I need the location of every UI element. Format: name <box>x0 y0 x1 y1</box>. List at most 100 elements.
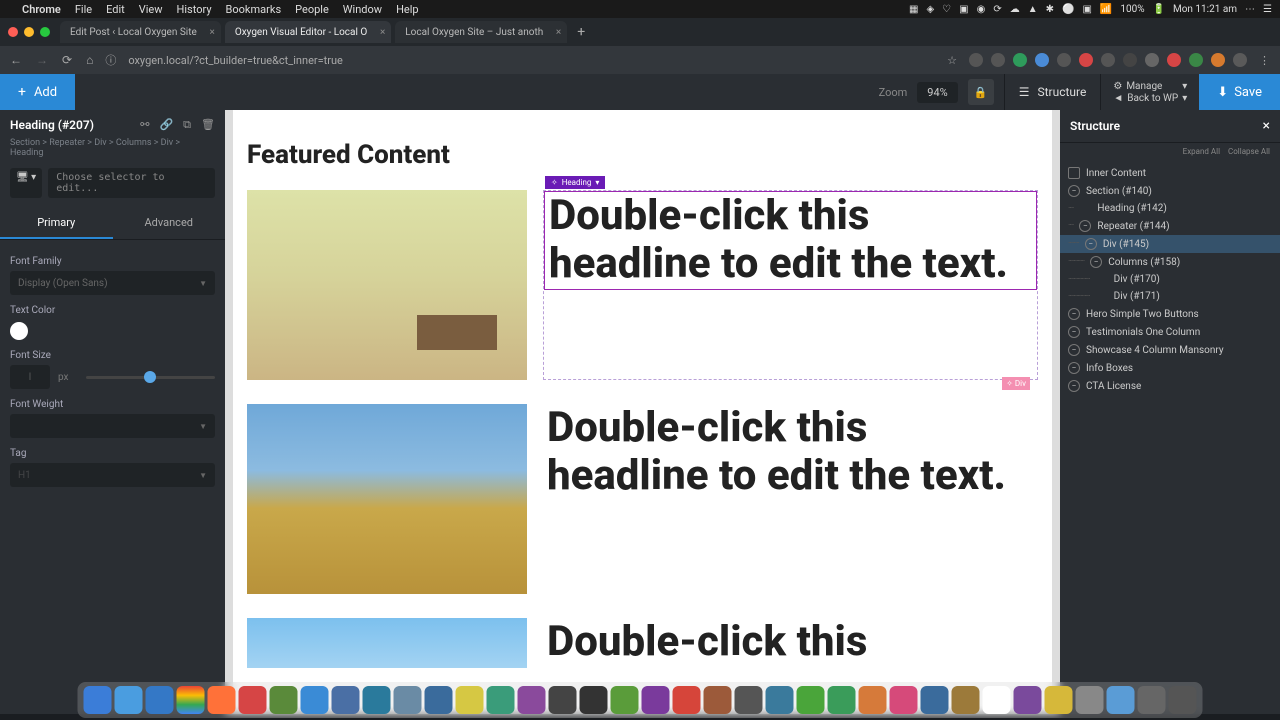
ext-icon[interactable] <box>1035 53 1049 67</box>
add-button[interactable]: + Add <box>0 74 75 110</box>
ext-icon[interactable] <box>1145 53 1159 67</box>
dock-app-icon[interactable] <box>611 686 639 714</box>
dock-app-icon[interactable] <box>115 686 143 714</box>
tree-item[interactable]: ················Div (#171) <box>1060 288 1280 305</box>
dock-app-icon[interactable] <box>208 686 236 714</box>
section-heading[interactable]: Featured Content <box>247 140 1038 170</box>
menu-view[interactable]: View <box>139 3 163 16</box>
dock-app-icon[interactable] <box>580 686 608 714</box>
close-window-icon[interactable] <box>8 27 18 37</box>
dock-app-icon[interactable] <box>239 686 267 714</box>
browser-tab-0[interactable]: Edit Post ‹ Local Oxygen Site× <box>60 21 221 43</box>
trash-icon[interactable]: 🗑 <box>201 118 215 132</box>
dock-app-icon[interactable] <box>797 686 825 714</box>
tree-item[interactable]: ····–Repeater (#144) <box>1060 217 1280 235</box>
tree-item[interactable]: ········–Div (#145) <box>1060 235 1280 253</box>
dock-app-icon[interactable] <box>766 686 794 714</box>
address-bar[interactable]: oxygen.local/?ct_builder=true&ct_inner=t… <box>128 54 935 67</box>
forward-icon[interactable]: → <box>36 53 48 67</box>
heading-text[interactable]: Double-click this headline to edit the t… <box>543 618 1038 668</box>
tree-item[interactable]: ················Div (#170) <box>1060 271 1280 288</box>
mac-app-name[interactable]: Chrome <box>22 3 61 16</box>
save-button[interactable]: ⬇ Save <box>1199 74 1280 110</box>
featured-image[interactable] <box>247 404 527 594</box>
tree-item[interactable]: –Showcase 4 Column Mansonry <box>1060 341 1280 359</box>
menu-help[interactable]: Help <box>396 3 419 16</box>
minimize-window-icon[interactable] <box>24 27 34 37</box>
dock-app-icon[interactable] <box>952 686 980 714</box>
dock-app-icon[interactable] <box>828 686 856 714</box>
dock-app-icon[interactable] <box>704 686 732 714</box>
tab-primary[interactable]: Primary <box>0 208 113 239</box>
breadcrumb[interactable]: Section > Repeater > Div > Columns > Div… <box>0 136 225 164</box>
font-weight-select[interactable]: ▼ <box>10 414 215 438</box>
window-controls[interactable] <box>8 27 50 37</box>
tree-item[interactable]: –Testimonials One Column <box>1060 323 1280 341</box>
ext-icon[interactable] <box>1167 53 1181 67</box>
collapse-icon[interactable]: – <box>1068 185 1080 197</box>
collapse-all-link[interactable]: Collapse All <box>1228 147 1270 156</box>
copy-icon[interactable]: ⧉ <box>183 118 191 132</box>
menu-window[interactable]: Window <box>343 3 382 16</box>
dock-app-icon[interactable] <box>518 686 546 714</box>
hierarchy-icon[interactable]: ⚯ <box>140 118 149 132</box>
dock-app-icon[interactable] <box>1169 686 1197 714</box>
repeater-row-2[interactable]: Double-click this headline to edit the t… <box>247 404 1038 594</box>
new-tab-button[interactable]: + <box>571 24 591 40</box>
repeater-row-3[interactable]: Double-click this headline to edit the t… <box>247 618 1038 668</box>
ext-icon[interactable] <box>1233 53 1247 67</box>
mac-dock[interactable] <box>78 682 1203 718</box>
collapse-icon[interactable]: – <box>1079 220 1091 232</box>
dock-app-icon[interactable] <box>983 686 1011 714</box>
structure-toggle[interactable]: ☰ Structure <box>1004 74 1101 110</box>
dock-app-icon[interactable] <box>1045 686 1073 714</box>
lock-icon[interactable]: 🔒 <box>968 79 994 105</box>
home-icon[interactable]: ⌂ <box>86 53 93 67</box>
dock-app-icon[interactable] <box>1107 686 1135 714</box>
menu-bookmarks[interactable]: Bookmarks <box>226 3 282 16</box>
tab-advanced[interactable]: Advanced <box>113 208 226 239</box>
star-icon[interactable]: ☆ <box>947 54 957 67</box>
ext-icon[interactable] <box>1211 53 1225 67</box>
menu-file[interactable]: File <box>75 3 92 16</box>
menu-history[interactable]: History <box>177 3 212 16</box>
tree-item[interactable]: –CTA License <box>1060 377 1280 395</box>
dock-app-icon[interactable] <box>456 686 484 714</box>
dock-app-icon[interactable] <box>1138 686 1166 714</box>
zoom-value[interactable]: 94% <box>917 82 957 103</box>
dock-app-icon[interactable] <box>425 686 453 714</box>
menu-people[interactable]: People <box>295 3 329 16</box>
dock-app-icon[interactable] <box>332 686 360 714</box>
ext-icon[interactable] <box>1101 53 1115 67</box>
dock-app-icon[interactable] <box>735 686 763 714</box>
dock-app-icon[interactable] <box>146 686 174 714</box>
manage-menu[interactable]: ⚙Manage▾ ◄Back to WP▾ <box>1100 74 1199 110</box>
browser-tab-1[interactable]: Oxygen Visual Editor - Local O× <box>225 21 391 43</box>
repeater-row-1[interactable]: ✧ Heading ▾ Double-click this headline t… <box>247 190 1038 380</box>
tag-select[interactable]: H1▼ <box>10 463 215 487</box>
featured-image[interactable] <box>247 618 527 668</box>
dock-app-icon[interactable] <box>394 686 422 714</box>
dock-app-icon[interactable] <box>1014 686 1042 714</box>
viewport-selector[interactable]: 🖥 ▾ <box>10 168 42 198</box>
dock-app-icon[interactable] <box>270 686 298 714</box>
heading-text[interactable]: Double-click this headline to edit the t… <box>545 192 1036 289</box>
class-selector[interactable]: Choose selector to edit... <box>48 168 215 198</box>
dock-app-icon[interactable] <box>859 686 887 714</box>
canvas[interactable]: Featured Content ✧ Heading ▾ Double-clic… <box>225 110 1060 714</box>
dock-app-icon[interactable] <box>642 686 670 714</box>
browser-tab-2[interactable]: Local Oxygen Site – Just anoth× <box>395 21 567 43</box>
ext-icon[interactable] <box>991 53 1005 67</box>
collapse-icon[interactable]: – <box>1068 344 1080 356</box>
close-icon[interactable]: × <box>556 27 561 38</box>
ext-icon[interactable] <box>1057 53 1071 67</box>
collapse-icon[interactable]: – <box>1085 238 1097 250</box>
tree-item[interactable]: ············–Columns (#158) <box>1060 253 1280 271</box>
maximize-window-icon[interactable] <box>40 27 50 37</box>
collapse-icon[interactable]: – <box>1068 308 1080 320</box>
close-icon[interactable]: × <box>380 27 385 38</box>
ext-icon[interactable] <box>969 53 983 67</box>
tree-item[interactable]: –Section (#140) <box>1060 182 1280 200</box>
dock-app-icon[interactable] <box>673 686 701 714</box>
close-icon[interactable]: × <box>209 27 214 38</box>
